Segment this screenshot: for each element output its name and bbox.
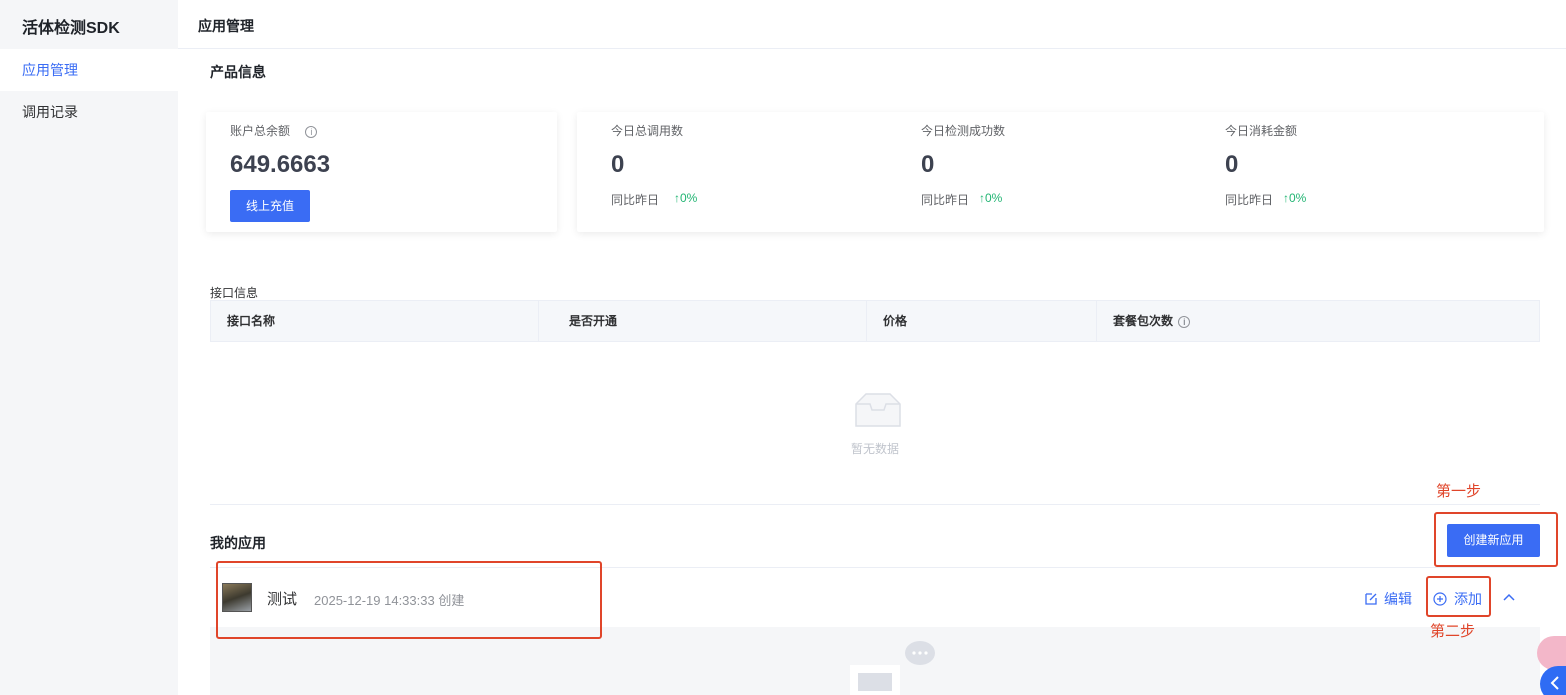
stat-value-success: 0 <box>921 151 935 178</box>
annotation-box-add <box>1426 576 1491 617</box>
change-rate: ↑0% <box>1283 191 1307 205</box>
app-title: 活体检测SDK <box>22 20 120 37</box>
floating-collapse-button[interactable] <box>1540 666 1566 695</box>
balance-card: 账户总余额 i 649.6663 线上充值 <box>206 112 557 232</box>
sidebar-item-label: 应用管理 <box>22 62 78 78</box>
interface-table-header: 接口名称 是否开通 价格 套餐包次数 i <box>210 300 1540 342</box>
sidebar-item-app-management[interactable]: 应用管理 <box>0 49 178 91</box>
column-header-enabled: 是否开通 <box>539 301 867 341</box>
edit-icon <box>1365 593 1377 605</box>
change-rate: ↑0% <box>979 191 1003 205</box>
sidebar-item-label: 调用记录 <box>22 104 78 120</box>
page-title: 应用管理 <box>198 18 254 34</box>
empty-text: 暂无数据 <box>851 442 900 456</box>
stat-label-success: 今日检测成功数 <box>921 124 1006 138</box>
stat-label-total-calls: 今日总调用数 <box>611 124 684 138</box>
floating-assistant-button[interactable] <box>1537 636 1566 670</box>
compare-label: 同比昨日 <box>611 193 660 207</box>
annotation-box-app <box>216 561 602 639</box>
column-header-price: 价格 <box>867 301 1097 341</box>
compare-label: 同比昨日 <box>1225 193 1274 207</box>
compare-label: 同比昨日 <box>921 193 970 207</box>
my-apps-title: 我的应用 <box>210 535 266 551</box>
stat-label-cost: 今日消耗金额 <box>1225 124 1298 138</box>
sidebar-item-call-records[interactable]: 调用记录 <box>0 91 178 133</box>
info-icon[interactable]: i <box>1178 315 1191 328</box>
sidebar: 活体检测SDK 应用管理 调用记录 <box>0 0 178 695</box>
balance-value: 649.6663 <box>230 151 331 178</box>
product-info-title: 产品信息 <box>210 64 266 80</box>
annotation-step2: 第二步 <box>1430 623 1476 640</box>
column-header-package: 套餐包次数 i <box>1097 301 1539 341</box>
info-icon[interactable]: i <box>305 125 318 138</box>
edit-button[interactable]: 编辑 <box>1364 589 1412 609</box>
divider <box>210 504 1540 505</box>
annotation-box-create <box>1434 512 1558 567</box>
interface-info-label: 接口信息 <box>210 286 259 300</box>
chevron-left-icon <box>1550 676 1559 690</box>
stats-card: 今日总调用数 0 同比昨日 ↑0% 今日检测成功数 0 同比昨日 ↑0% 今日消… <box>577 112 1544 232</box>
empty-chat-icon <box>850 641 935 695</box>
recharge-button[interactable]: 线上充值 <box>230 190 310 222</box>
stat-value-total-calls: 0 <box>611 151 625 178</box>
empty-inbox-icon <box>855 393 901 427</box>
stat-value-cost: 0 <box>1225 151 1239 178</box>
annotation-step1: 第一步 <box>1436 483 1482 500</box>
balance-label: 账户总余额 <box>230 124 291 138</box>
change-rate: ↑0% <box>674 191 698 205</box>
header: 应用管理 <box>178 0 1566 49</box>
chevron-up-icon[interactable] <box>1502 592 1516 602</box>
column-header-name: 接口名称 <box>211 301 539 341</box>
